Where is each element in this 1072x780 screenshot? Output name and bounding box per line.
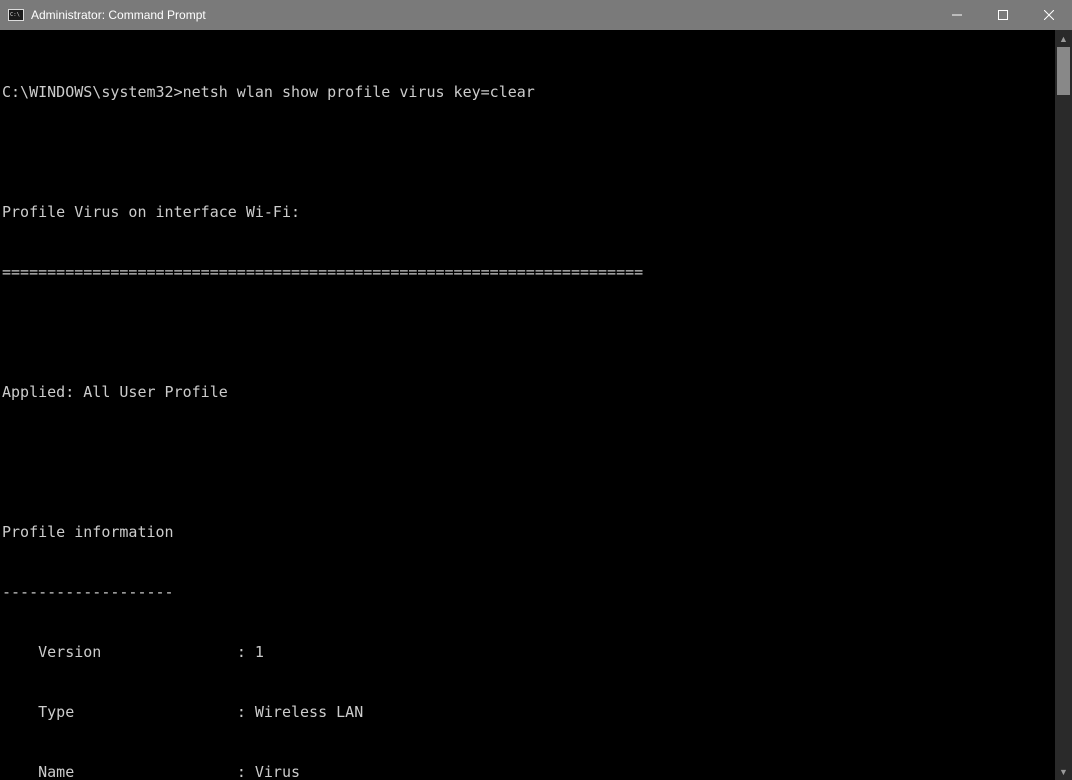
field-label: Name [2,763,237,780]
field-row: Type : Wireless LAN [2,702,1055,722]
divider-line: ========================================… [2,262,1055,282]
section-title: Profile information [2,522,1055,542]
field-label: Type [2,703,237,721]
prompt-command: netsh wlan show profile virus key=clear [183,83,535,101]
blank-line [2,442,1055,462]
svg-text:C:\: C:\ [10,12,20,18]
chevron-down-icon: ▼ [1059,767,1068,777]
field-value: : Wireless LAN [237,703,363,721]
titlebar[interactable]: C:\ Administrator: Command Prompt [0,0,1072,30]
vertical-scrollbar[interactable]: ▲ ▼ [1055,30,1072,780]
blank-line [2,322,1055,342]
field-row: Version : 1 [2,642,1055,662]
app-icon: C:\ [8,7,24,23]
scroll-up-button[interactable]: ▲ [1055,30,1072,47]
terminal-output[interactable]: C:\WINDOWS\system32>netsh wlan show prof… [0,30,1055,780]
minimize-button[interactable] [934,0,980,30]
blank-line [2,142,1055,162]
field-value: : 1 [237,643,264,661]
maximize-button[interactable] [980,0,1026,30]
profile-header-line: Profile Virus on interface Wi-Fi: [2,202,1055,222]
window-title: Administrator: Command Prompt [31,8,206,22]
maximize-icon [998,10,1008,20]
field-value: : Virus [237,763,300,780]
window-root: C:\ Administrator: Command Prompt C:\WIN… [0,0,1072,780]
prompt-path: C:\WINDOWS\system32> [2,83,183,101]
field-label: Version [2,643,237,661]
close-button[interactable] [1026,0,1072,30]
client-area: C:\WINDOWS\system32>netsh wlan show prof… [0,30,1072,780]
applied-line: Applied: All User Profile [2,382,1055,402]
minimize-icon [952,10,962,20]
scroll-down-button[interactable]: ▼ [1055,763,1072,780]
section-dashes: ------------------- [2,582,1055,602]
field-row: Name : Virus [2,762,1055,780]
close-icon [1044,10,1054,20]
prompt-line: C:\WINDOWS\system32>netsh wlan show prof… [2,82,1055,102]
scroll-thumb[interactable] [1057,47,1070,95]
chevron-up-icon: ▲ [1059,34,1068,44]
